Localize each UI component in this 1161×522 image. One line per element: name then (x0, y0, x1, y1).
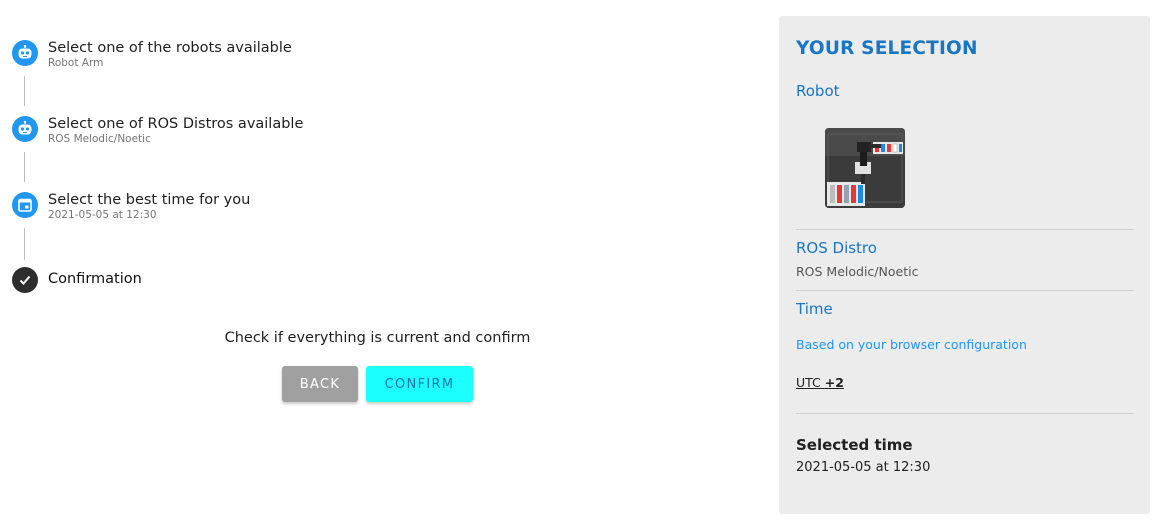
panel-title: YOUR SELECTION (796, 38, 978, 59)
step-confirmation[interactable]: Confirmation (12, 266, 142, 293)
stepper: Select one of the robots available Robot… (12, 0, 752, 522)
step-robot[interactable]: Select one of the robots available Robot… (12, 39, 292, 69)
step-title: Select one of the robots available (48, 40, 292, 56)
divider (796, 229, 1133, 230)
step-connector (24, 152, 25, 182)
step-ros-distro[interactable]: Select one of ROS Distros available ROS … (12, 115, 303, 145)
step-subtitle: ROS Melodic/Noetic (48, 133, 151, 145)
check-icon (12, 267, 38, 293)
robot-image (825, 128, 905, 208)
confirmation-content: Check if everything is current and confi… (0, 330, 755, 402)
robot-icon (12, 40, 38, 66)
step-subtitle: Robot Arm (48, 57, 104, 69)
selection-panel: YOUR SELECTION Robot ROS Distro ROS Melo… (779, 16, 1150, 514)
step-subtitle: 2021-05-05 at 12:30 (48, 209, 157, 221)
time-heading: Time (796, 300, 833, 318)
utc-prefix: UTC (796, 375, 825, 390)
ros-distro-value: ROS Melodic/Noetic (796, 264, 919, 279)
button-row: BACK CONFIRM (0, 366, 755, 402)
step-title: Select the best time for you (48, 192, 251, 208)
selected-time-heading: Selected time (796, 436, 913, 454)
step-title: Confirmation (48, 271, 142, 287)
step-connector (24, 76, 25, 106)
selected-time-value: 2021-05-05 at 12:30 (796, 460, 931, 475)
ros-distro-heading: ROS Distro (796, 239, 877, 257)
divider (796, 290, 1133, 291)
step-time[interactable]: Select the best time for you 2021-05-05 … (12, 191, 250, 221)
utc-offset[interactable]: UTC +2 (796, 375, 844, 390)
robot-icon (12, 116, 38, 142)
confirm-message: Check if everything is current and confi… (224, 330, 531, 346)
robot-heading: Robot (796, 82, 840, 100)
confirm-button[interactable]: CONFIRM (366, 366, 473, 402)
utc-offset-value: +2 (824, 375, 844, 390)
step-title: Select one of ROS Distros available (48, 116, 304, 132)
browser-config-note: Based on your browser configuration (796, 337, 1027, 352)
step-connector (24, 228, 25, 260)
divider (796, 413, 1133, 414)
back-button[interactable]: BACK (282, 366, 358, 402)
calendar-icon (12, 192, 38, 218)
